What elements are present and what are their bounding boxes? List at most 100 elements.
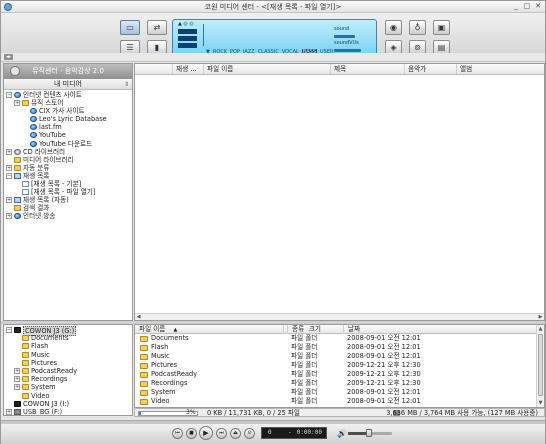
col-play-order[interactable]: 재생 ... [172, 64, 203, 74]
tree-item[interactable]: COWON J3 (I:) [4, 400, 132, 408]
tree-item[interactable]: YouTube 다운로드 [4, 140, 132, 148]
file-row[interactable]: Video 파일 폴더 2008-09-01 오전 12:01 [135, 397, 536, 406]
file-row[interactable]: PodcastReady 파일 폴더 2009-12-21 오후 12:30 [135, 370, 536, 379]
col-title[interactable]: 제목 [330, 64, 404, 74]
close-button[interactable]: ✕ [533, 2, 543, 11]
record-toggle-icon[interactable]: ⊙ [244, 428, 255, 439]
next-icon[interactable]: ⏭ [216, 428, 227, 439]
collapse-panel-button[interactable]: ◂▸ [4, 54, 13, 60]
file-row[interactable]: System 파일 폴더 2008-09-01 오전 12:01 [135, 388, 536, 397]
scroll-up-icon[interactable]: ▲ [537, 325, 544, 333]
playlist-header: 재생 ... 파일 이름 제목 음악가 앨범 [135, 64, 544, 75]
scroll-right-icon[interactable]: ▶ [537, 314, 544, 320]
disk-usage: 3,636 MB / 3,764 MB 사용 가능, (127 MB 사용중) [386, 409, 538, 417]
tree-item[interactable]: YouTube [4, 131, 132, 139]
eject-icon[interactable]: ⏏ [230, 428, 241, 439]
file-row[interactable]: Flash 파일 폴더 2008-09-01 오전 12:01 [135, 343, 536, 352]
col-file-name[interactable]: 파일 이름 [203, 64, 330, 74]
expand-icon[interactable]: + [6, 213, 12, 220]
file-type: 파일 폴더 [291, 343, 318, 351]
col-date[interactable]: 날짜 [343, 325, 536, 334]
minimize-button[interactable]: _ [511, 2, 521, 11]
eq-icon[interactable]: ♁ [409, 20, 426, 35]
tree-item[interactable]: − 인터넷 컨텐츠 사이트 [4, 91, 132, 99]
file-row[interactable]: Pictures 파일 폴더 2009-12-21 오후 12:30 [135, 361, 536, 370]
tree-item[interactable]: + USB_BG (F:) [4, 408, 132, 415]
collapse-icon[interactable]: ⇕ [124, 79, 129, 90]
elapsed-time: 0:00:00 [296, 429, 322, 436]
volume-icon[interactable]: 🔊 [337, 429, 347, 438]
sync-icon[interactable]: ⇄ [147, 20, 167, 35]
scroll-thumb[interactable] [538, 334, 543, 396]
tree-item[interactable]: Video [4, 392, 132, 400]
tree-item[interactable]: − COWON J3 (G:) [4, 326, 132, 336]
volume-knob[interactable] [366, 429, 372, 437]
library-icon[interactable]: ▭ [120, 20, 140, 35]
collapse-tree-icon[interactable]: − [6, 172, 12, 179]
tree-item[interactable]: Pictures [4, 359, 132, 367]
tree-item[interactable]: + 자동 분류 [4, 164, 132, 172]
folder-icon [22, 384, 29, 391]
playlist-hscroll[interactable]: ◀ ▶ [135, 313, 544, 320]
file-vscroll[interactable]: ▲ ▼ [536, 325, 544, 407]
tree-item[interactable]: + 인터넷 방송 [4, 212, 132, 220]
tree-item[interactable]: [재생 목록 - 기본] [4, 180, 132, 188]
tree-item[interactable]: Leo's Lyric Database [4, 115, 132, 123]
device-file-list: 파일 이름 ▲ 크기 종류 날짜 Documents 파일 폴더 2008-09-0… [134, 324, 545, 408]
folder-icon [22, 335, 29, 342]
speaker-icon[interactable]: ◉ [385, 20, 402, 35]
tree-item[interactable]: + PodcastReady [4, 367, 132, 375]
tree-item[interactable]: 미디어 라이브러리 [4, 156, 132, 164]
doc-icon [22, 189, 29, 196]
tree-item[interactable]: Documents [4, 334, 132, 342]
tree-item[interactable]: Flash [4, 342, 132, 350]
eq-tag-3d-surround[interactable] [178, 43, 197, 48]
settings-icon[interactable]: ▣ [433, 20, 450, 35]
expand-icon[interactable]: + [6, 164, 12, 171]
scroll-down-icon[interactable]: ▼ [537, 399, 544, 407]
seek-bar[interactable] [1, 421, 545, 424]
tree-item-label: 미디어 라이브러리 [23, 155, 74, 164]
eq-tag-mach3bass[interactable] [178, 36, 197, 41]
tree-item-label: last.fm [39, 123, 62, 132]
file-row[interactable]: Recordings 파일 폴더 2009-12-21 오후 12:30 [135, 379, 536, 388]
expand-icon[interactable]: + [14, 376, 20, 383]
expand-icon[interactable]: + [6, 197, 12, 204]
tree-item[interactable]: CIX 가사 사이트 [4, 107, 132, 115]
col-album[interactable]: 앨범 [456, 64, 544, 74]
expand-icon[interactable]: + [14, 100, 20, 107]
scroll-left-icon[interactable]: ◀ [135, 314, 142, 320]
tree-item[interactable]: + System [4, 383, 132, 391]
expand-icon[interactable]: + [6, 148, 12, 155]
my-media-header[interactable]: 내 미디어 ⇕ [4, 79, 132, 90]
file-name: PodcastReady [151, 370, 198, 378]
tree-item[interactable]: − 재생 목록 [4, 172, 132, 180]
col-name[interactable]: 파일 이름 ▲ [135, 325, 283, 334]
maximize-button[interactable]: □ [522, 2, 532, 11]
file-type: 파일 폴더 [291, 388, 318, 396]
tree-item[interactable]: + 뮤직 스토어 [4, 99, 132, 107]
tree-item[interactable]: Music [4, 351, 132, 359]
file-list-header: 파일 이름 ▲ 크기 종류 날짜 [135, 325, 536, 334]
collapse-tree-icon[interactable]: − [6, 92, 12, 98]
stop-icon[interactable]: ■ [186, 428, 197, 439]
file-row[interactable]: Music 파일 폴더 2008-09-01 오전 12:01 [135, 352, 536, 361]
file-row[interactable]: Documents 파일 폴더 2008-09-01 오전 12:01 [135, 334, 536, 343]
col-type[interactable]: 종류 [287, 325, 343, 334]
expand-icon[interactable]: + [14, 367, 20, 374]
file-date: 2008-09-01 오전 12:01 [347, 352, 421, 360]
play-icon[interactable]: ▶ [199, 426, 213, 440]
col-artist[interactable]: 음악가 [404, 64, 456, 74]
tree-item[interactable]: + CD 라이브러리 [4, 148, 132, 156]
expand-icon[interactable]: + [6, 408, 12, 415]
collapse-tree-icon[interactable]: − [6, 327, 12, 333]
track-number: 0 [268, 429, 272, 436]
tree-item[interactable]: + Recordings [4, 375, 132, 383]
music-center-banner[interactable]: 뮤직센터 - 음악감상 2.0 [4, 64, 132, 79]
tree-item[interactable]: last.fm [4, 123, 132, 131]
expand-icon[interactable]: + [14, 384, 20, 391]
file-name: Documents [151, 334, 189, 342]
eq-tag-bbe[interactable] [178, 29, 197, 34]
tree-item[interactable]: [재생 목록 - 파일 열기] [4, 188, 132, 196]
previous-icon[interactable]: ⏮ [172, 428, 183, 439]
